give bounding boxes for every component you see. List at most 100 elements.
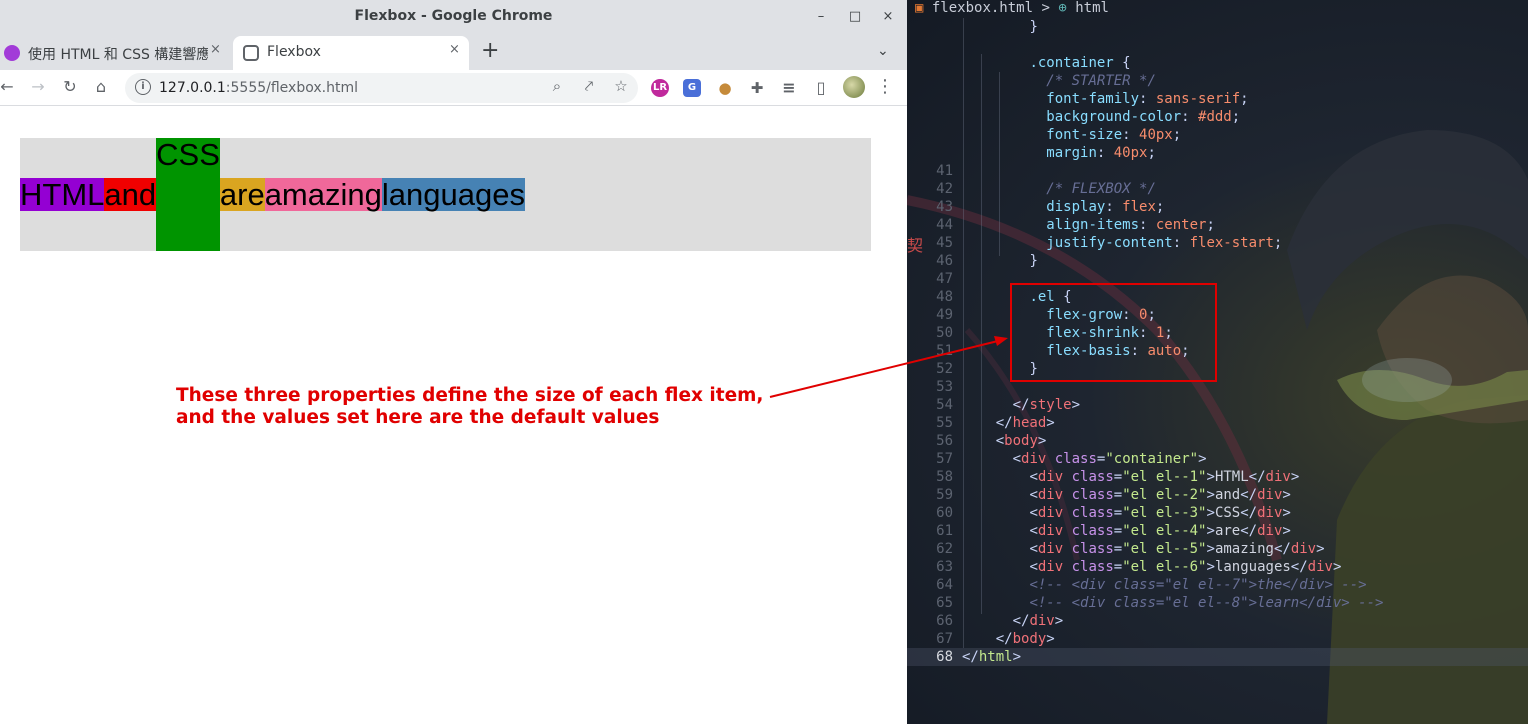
code-line[interactable]: margin: 40px; xyxy=(907,144,1528,162)
home-icon[interactable]: ⌂ xyxy=(90,76,112,98)
code-token: body xyxy=(1012,631,1047,647)
close-window-button[interactable]: × xyxy=(877,6,899,28)
code-token: ; xyxy=(1172,127,1182,143)
menu-icon[interactable]: ⋮ xyxy=(874,76,896,98)
code-line[interactable]: 48 .el { xyxy=(907,288,1528,306)
code-token: "container" xyxy=(1105,451,1199,467)
code-line[interactable]: 60 <div class="el el--3">CSS</div> xyxy=(907,504,1528,522)
sidepanel-icon[interactable]: ▯ xyxy=(812,79,830,97)
code-line[interactable]: 44 align-items: center; xyxy=(907,216,1528,234)
code-line[interactable]: 49 flex-grow: 0; xyxy=(907,306,1528,324)
code-token: 40px xyxy=(1139,127,1173,143)
code-editor[interactable]: ▣ flexbox.html > ⊕ html } .container { /… xyxy=(907,0,1528,724)
cookie-icon[interactable]: ● xyxy=(716,79,734,97)
maximize-button[interactable]: □ xyxy=(844,6,866,28)
zoom-icon[interactable]: ⌕ xyxy=(547,77,567,97)
minimize-button[interactable]: – xyxy=(810,6,832,28)
tab-flexbox[interactable]: Flexbox × xyxy=(233,36,469,70)
playlist-icon[interactable]: ≡ xyxy=(780,79,798,97)
code-line[interactable]: 41 xyxy=(907,162,1528,180)
code-token: } xyxy=(1029,253,1038,269)
code-token: ; xyxy=(1155,199,1165,215)
code-line[interactable]: 61 <div class="el el--4">are</div> xyxy=(907,522,1528,540)
code-line[interactable]: 47 xyxy=(907,270,1528,288)
code-line[interactable]: 52 } xyxy=(907,360,1528,378)
code-token: > xyxy=(1206,541,1215,557)
site-info-icon[interactable]: i xyxy=(135,79,151,95)
annotation-line-1: These three properties define the size o… xyxy=(176,385,764,406)
code-line[interactable]: 50 flex-shrink: 1; xyxy=(907,324,1528,342)
breadcrumb-file[interactable]: flexbox.html xyxy=(932,0,1033,16)
avatar[interactable] xyxy=(843,76,865,98)
code-line[interactable]: 45 justify-content: flex-start; xyxy=(907,234,1528,252)
page-viewport: HTML and CSS are amazing languages These thre… xyxy=(0,106,907,724)
code-token: = xyxy=(1113,487,1123,503)
bookmark-star-icon[interactable]: ☆ xyxy=(611,77,631,97)
code-text: font-family: sans-serif; xyxy=(962,90,1248,108)
code-line[interactable]: 46 } xyxy=(907,252,1528,270)
code-line[interactable]: 64 <!-- <div class="el el--7">the</div> … xyxy=(907,576,1528,594)
code-line[interactable]: 67 </body> xyxy=(907,630,1528,648)
code-token: margin xyxy=(1046,145,1097,161)
back-icon[interactable]: ← xyxy=(0,76,18,98)
code-line[interactable]: 56 <body> xyxy=(907,432,1528,450)
code-text: .container { xyxy=(962,54,1130,72)
address-bar[interactable]: i 127.0.0.1:5555/flexbox.html ⌕ ⤤ ☆ xyxy=(125,73,638,103)
code-line[interactable]: 57 <div class="container"> xyxy=(907,450,1528,468)
new-tab-button[interactable]: + xyxy=(481,40,499,62)
code-line[interactable]: 43 display: flex; xyxy=(907,198,1528,216)
code-token: div xyxy=(1257,487,1283,503)
code-line[interactable]: 65 <!-- <div class="el el--8">learn</div… xyxy=(907,594,1528,612)
lr-icon[interactable]: LR xyxy=(651,79,669,97)
code-line[interactable]: 51 flex-basis: auto; xyxy=(907,342,1528,360)
code-line[interactable]: } xyxy=(907,18,1528,36)
reload-icon[interactable]: ↻ xyxy=(59,76,81,98)
code-line[interactable]: 53 xyxy=(907,378,1528,396)
code-text: } xyxy=(962,18,1037,36)
code-line[interactable]: 59 <div class="el el--2">and</div> xyxy=(907,486,1528,504)
code-line[interactable]: font-family: sans-serif; xyxy=(907,90,1528,108)
code-token: </ xyxy=(1240,523,1258,539)
breadcrumb-separator: > xyxy=(1041,0,1050,16)
code-line[interactable]: 54 </style> xyxy=(907,396,1528,414)
tab-html-css[interactable]: 使用 HTML 和 CSS 構建響應 × xyxy=(0,36,230,70)
tab-close-icon[interactable]: × xyxy=(210,42,221,57)
code-token: > xyxy=(1206,523,1215,539)
browser-window: Flexbox - Google Chrome – □ × 使用 HTML 和 … xyxy=(0,0,907,724)
code-token: > xyxy=(1206,487,1215,503)
code-line[interactable]: 58 <div class="el el--1">HTML</div> xyxy=(907,468,1528,486)
code-line[interactable]: background-color: #ddd; xyxy=(907,108,1528,126)
code-line[interactable]: 55 </head> xyxy=(907,414,1528,432)
puzzle-icon[interactable]: ✚ xyxy=(748,79,766,97)
code-line[interactable] xyxy=(907,36,1528,54)
share-icon[interactable]: ⤤ xyxy=(579,77,599,97)
tab-close-icon[interactable]: × xyxy=(449,42,460,57)
code-token: head xyxy=(1012,415,1047,431)
code-token: : xyxy=(1096,145,1114,161)
code-token: <!-- <div class="el el--7">the</div> --> xyxy=(1029,577,1367,593)
translate-icon[interactable]: G xyxy=(683,79,701,97)
code-line[interactable]: 62 <div class="el el--5">amazing</div> xyxy=(907,540,1528,558)
url-text[interactable]: 127.0.0.1:5555/flexbox.html xyxy=(159,80,358,96)
code-token: ; xyxy=(1231,109,1241,125)
tab-search-icon[interactable]: ⌄ xyxy=(877,42,889,59)
code-token: > xyxy=(1198,451,1207,467)
editor-breadcrumb[interactable]: ▣ flexbox.html > ⊕ html xyxy=(915,0,1109,18)
code-line[interactable]: 68 </html> xyxy=(907,648,1528,666)
code-line[interactable]: 42 /* FLEXBOX */ xyxy=(907,180,1528,198)
code-token: flex xyxy=(1122,199,1156,215)
code-line[interactable]: 66 </div> xyxy=(907,612,1528,630)
code-line[interactable]: font-size: 40px; xyxy=(907,126,1528,144)
breadcrumb-node[interactable]: html xyxy=(1075,0,1109,16)
code-line[interactable]: /* STARTER */ xyxy=(907,72,1528,90)
code-line[interactable]: .container { xyxy=(907,54,1528,72)
code-token: < xyxy=(1029,541,1038,557)
code-token: class xyxy=(1071,559,1114,575)
forward-icon[interactable]: → xyxy=(27,76,49,98)
code-line[interactable]: 63 <div class="el el--6">languages</div> xyxy=(907,558,1528,576)
